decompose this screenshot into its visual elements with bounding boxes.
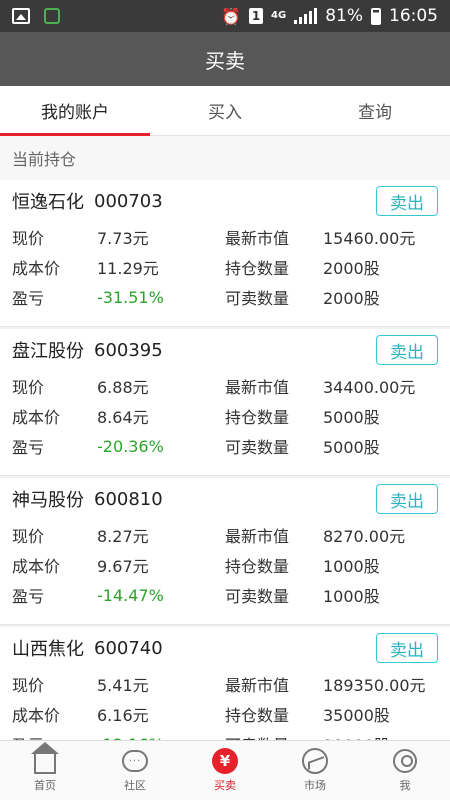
stock-code: 600810 <box>94 488 163 510</box>
quantity-value: 5000股 <box>323 408 380 427</box>
price-value: 8.27元 <box>97 527 149 546</box>
quantity-label: 持仓数量 <box>225 259 290 278</box>
cost-label: 成本价 <box>12 408 61 427</box>
stock-code: 600395 <box>94 339 163 361</box>
pl-value: -20.36% <box>97 436 164 456</box>
market-value-label: 最新市值 <box>225 378 290 397</box>
sell-button[interactable]: 卖出 <box>376 186 438 216</box>
chat-icon: ··· <box>122 750 148 772</box>
available-label: 可卖数量 <box>225 438 290 457</box>
holding-card[interactable]: 恒逸石化 000703 卖出 现价 7.73元 最新市值 15460.00元 成本价 1… <box>0 180 450 327</box>
quantity-value: 1000股 <box>323 557 380 576</box>
tab-buy[interactable]: 买入 <box>150 86 300 135</box>
sell-button[interactable]: 卖出 <box>376 484 438 514</box>
image-icon <box>12 8 30 24</box>
nav-community[interactable]: ··· 社区 <box>90 741 180 800</box>
pl-label: 盈亏 <box>12 289 45 308</box>
tab-label: 查询 <box>358 103 392 123</box>
stock-code: 600740 <box>94 637 163 659</box>
user-icon <box>393 749 417 773</box>
tab-label: 买入 <box>208 103 242 123</box>
market-value: 8270.00元 <box>323 527 406 546</box>
market-value: 34400.00元 <box>323 378 416 397</box>
tab-my-account[interactable]: 我的账户 <box>0 86 150 136</box>
stock-name: 神马股份 <box>12 490 84 511</box>
price-label: 现价 <box>12 378 45 397</box>
title-bar: 买卖 <box>0 32 450 86</box>
quantity-label: 持仓数量 <box>225 557 290 576</box>
quantity-label: 持仓数量 <box>225 706 290 725</box>
stock-name: 盘江股份 <box>12 341 84 362</box>
sim-badge: 1 <box>249 8 264 24</box>
network-type: 4G <box>271 10 287 21</box>
market-value: 15460.00元 <box>323 229 416 248</box>
holding-card[interactable]: 神马股份 600810 卖出 现价 8.27元 最新市值 8270.00元 成本价 9.… <box>0 478 450 625</box>
status-bar: ⏰ 1 4G 81% 16:05 <box>0 0 450 32</box>
cost-label: 成本价 <box>12 259 61 278</box>
cost-label: 成本价 <box>12 706 61 725</box>
nav-trade[interactable]: ¥ 买卖 <box>180 741 270 800</box>
price-label: 现价 <box>12 527 45 546</box>
nav-label: 社区 <box>124 779 146 792</box>
stock-code: 000703 <box>94 190 163 212</box>
nav-home[interactable]: 首页 <box>0 741 90 800</box>
available-value: 1000股 <box>323 587 380 606</box>
page-title: 买卖 <box>205 48 245 73</box>
cost-label: 成本价 <box>12 557 61 576</box>
sell-button[interactable]: 卖出 <box>376 335 438 365</box>
holdings-list: 恒逸石化 000703 卖出 现价 7.73元 最新市值 15460.00元 成本价 1… <box>0 180 450 774</box>
tab-label: 我的账户 <box>41 103 109 123</box>
cost-value: 6.16元 <box>97 706 149 725</box>
tab-query[interactable]: 查询 <box>300 86 450 135</box>
home-icon <box>31 742 59 774</box>
nav-label: 我 <box>399 779 411 792</box>
market-value-label: 最新市值 <box>225 527 290 546</box>
cost-value: 8.64元 <box>97 408 149 427</box>
cost-value: 11.29元 <box>97 259 159 278</box>
price-value: 7.73元 <box>97 229 149 248</box>
available-value: 2000股 <box>323 289 380 308</box>
pl-label: 盈亏 <box>12 587 45 606</box>
holding-card[interactable]: 盘江股份 600395 卖出 现价 6.88元 最新市值 34400.00元 成本价 8… <box>0 329 450 476</box>
tab-bar: 我的账户 买入 查询 <box>0 86 450 136</box>
sell-button[interactable]: 卖出 <box>376 633 438 663</box>
nav-market[interactable]: 市场 <box>270 741 360 800</box>
nav-label: 首页 <box>34 779 56 792</box>
stock-name: 山西焦化 <box>12 639 84 660</box>
signal-icon <box>294 8 318 24</box>
pl-value: -14.47% <box>97 585 164 605</box>
price-label: 现价 <box>12 676 45 695</box>
quantity-value: 2000股 <box>323 259 380 278</box>
battery-icon <box>371 7 381 25</box>
market-value-label: 最新市值 <box>225 229 290 248</box>
available-label: 可卖数量 <box>225 289 290 308</box>
available-label: 可卖数量 <box>225 587 290 606</box>
cost-value: 9.67元 <box>97 557 149 576</box>
price-value: 6.88元 <box>97 378 149 397</box>
trade-icon: ¥ <box>212 748 238 774</box>
quantity-value: 35000股 <box>323 706 390 725</box>
nav-me[interactable]: 我 <box>360 741 450 800</box>
price-label: 现价 <box>12 229 45 248</box>
price-value: 5.41元 <box>97 676 149 695</box>
market-value: 189350.00元 <box>323 676 426 695</box>
market-icon <box>302 748 328 774</box>
nav-label: 买卖 <box>214 779 236 792</box>
pl-value: -31.51% <box>97 287 164 307</box>
pl-label: 盈亏 <box>12 438 45 457</box>
battery-percent: 81% <box>325 6 363 26</box>
nav-label: 市场 <box>304 779 326 792</box>
stock-name: 恒逸石化 <box>12 192 84 213</box>
alarm-icon: ⏰ <box>221 6 242 26</box>
market-value-label: 最新市值 <box>225 676 290 695</box>
clock: 16:05 <box>389 6 438 26</box>
section-heading: 当前持仓 <box>0 136 450 180</box>
quantity-label: 持仓数量 <box>225 408 290 427</box>
available-value: 5000股 <box>323 438 380 457</box>
store-icon <box>44 8 60 24</box>
bottom-nav: 首页 ··· 社区 ¥ 买卖 市场 我 <box>0 740 450 800</box>
